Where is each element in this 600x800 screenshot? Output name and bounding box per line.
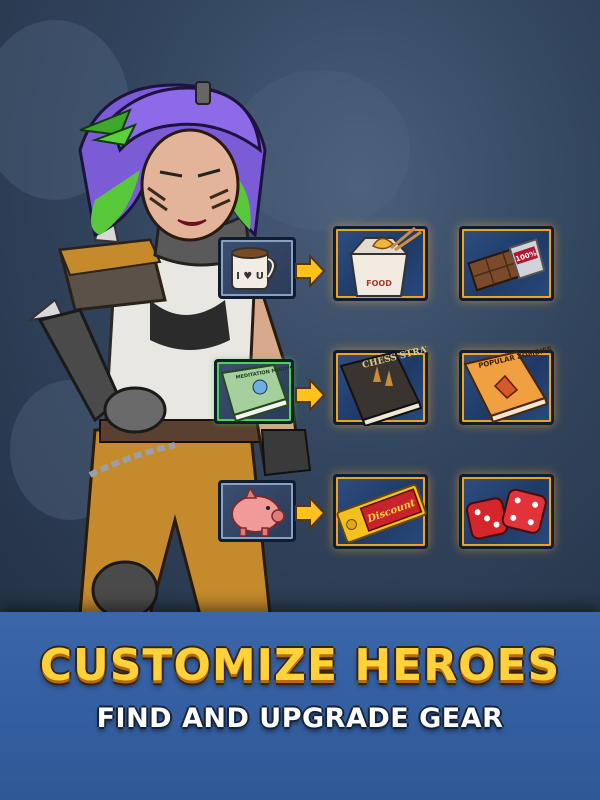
- dice-icon: [465, 488, 547, 540]
- source-item-slot[interactable]: MEDITATION MINDFULNESS: [214, 359, 294, 424]
- banner-subtitle: FIND AND UPGRADE GEAR: [96, 703, 504, 734]
- banner-title: CUSTOMIZE HEROES: [39, 640, 561, 691]
- upgrade-arrow-icon: [295, 378, 326, 412]
- zombies-book-icon: POPULAR ZOMBIES: [463, 346, 553, 424]
- piggy-bank-icon: [231, 486, 285, 537]
- mug-label: I ♥ U: [236, 271, 264, 282]
- upgrade-arrow-icon: [295, 496, 326, 530]
- source-item-slot[interactable]: I ♥ U: [218, 237, 296, 299]
- chocolate-bar-icon: 100%: [467, 238, 546, 292]
- book-meditation-icon: MEDITATION MINDFULNESS: [220, 362, 294, 423]
- upgrade-arrow-icon: [295, 254, 326, 288]
- chess-book-icon: CHESS STRATEGY: [339, 346, 428, 426]
- discount-ticket-icon: Discount: [336, 483, 427, 544]
- game-scene: I ♥ U FOOD 100% MEDITATION MINDFULNESS C…: [0, 0, 600, 615]
- result-item-slot[interactable]: POPULAR ZOMBIES: [459, 346, 554, 425]
- result-item-slot[interactable]: FOOD: [333, 226, 428, 301]
- mug-icon: I ♥ U: [231, 247, 277, 290]
- result-item-slot[interactable]: Discount: [333, 474, 428, 549]
- result-item-slot[interactable]: [459, 474, 554, 549]
- takeout-label: FOOD: [366, 279, 392, 288]
- takeout-box-icon: FOOD: [348, 226, 422, 297]
- result-item-slot[interactable]: CHESS STRATEGY: [333, 346, 428, 426]
- source-item-slot[interactable]: [218, 480, 296, 542]
- result-item-slot[interactable]: 100%: [459, 226, 554, 301]
